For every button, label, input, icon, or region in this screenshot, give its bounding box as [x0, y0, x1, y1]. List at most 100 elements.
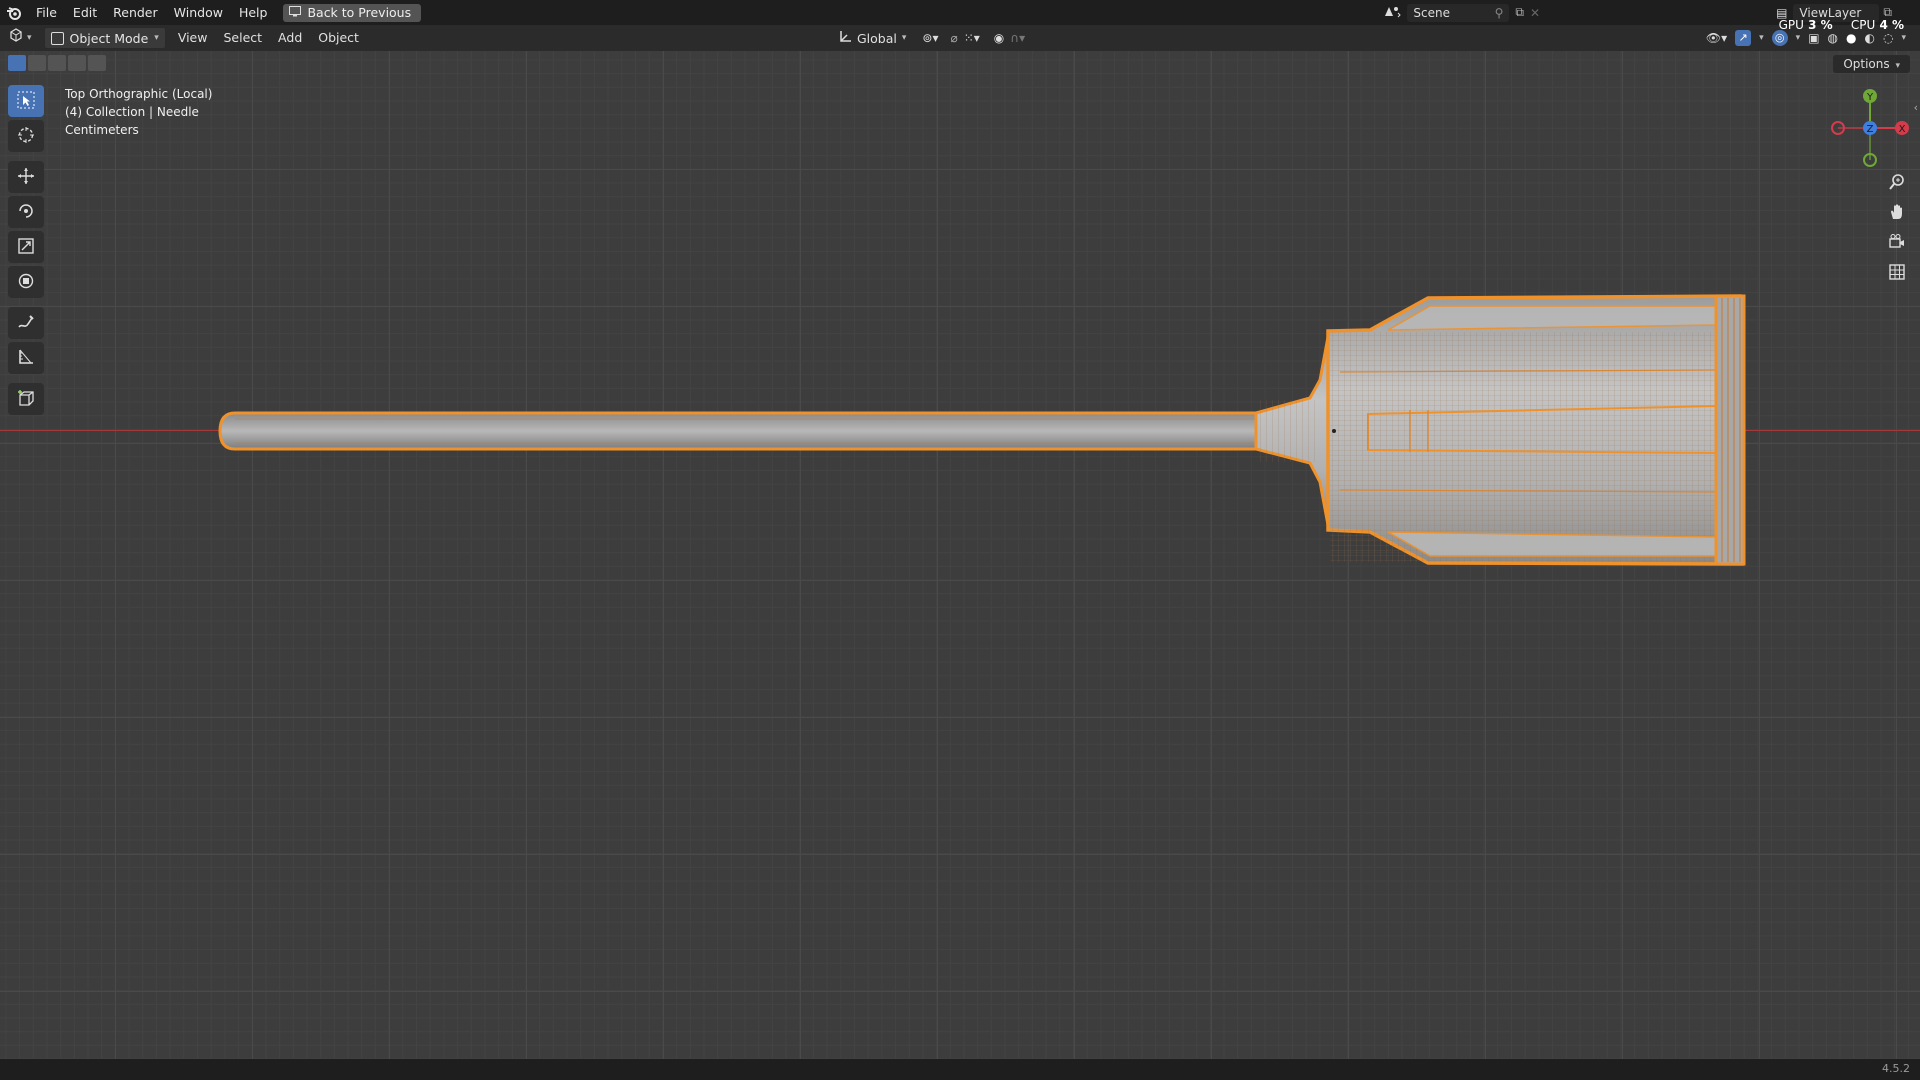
object-menu[interactable]: Object: [310, 28, 367, 48]
top-bar: File Edit Render Window Help Back to Pre…: [0, 0, 1920, 25]
options-dropdown[interactable]: Options ▾: [1833, 55, 1910, 73]
gizmo-x-label: X: [1899, 124, 1906, 135]
pin-icon[interactable]: ⚲: [1495, 4, 1504, 22]
chevron-down-icon: ▾: [27, 33, 32, 43]
unit-info: Centimeters: [65, 123, 139, 137]
close-scene-icon[interactable]: ✕: [1530, 6, 1540, 20]
annotate-tool[interactable]: [8, 307, 44, 339]
move-arrows-icon: [17, 167, 35, 188]
options-label: Options: [1843, 57, 1890, 71]
xray-icon[interactable]: ▣: [1808, 31, 1819, 45]
select-new-icon[interactable]: [8, 55, 26, 71]
ruler-icon: [17, 348, 35, 369]
scene-name: Scene: [1413, 5, 1450, 20]
menu-edit[interactable]: Edit: [65, 0, 105, 25]
pan-button[interactable]: [1884, 200, 1910, 226]
back-to-previous-button[interactable]: Back to Previous: [283, 3, 422, 22]
select-extend-icon[interactable]: [28, 55, 46, 71]
falloff-icon[interactable]: ∩▾: [1010, 31, 1025, 45]
zoom-button[interactable]: [1884, 170, 1910, 196]
solid-shading-icon[interactable]: ●: [1846, 31, 1856, 45]
menu-window[interactable]: Window: [166, 0, 231, 25]
view-menu[interactable]: View: [170, 28, 216, 48]
grid-icon: [1888, 263, 1906, 284]
3d-cursor-icon: [17, 126, 35, 147]
hand-icon: [1888, 203, 1906, 224]
cpu-value: 4 %: [1879, 18, 1904, 32]
orientation-icon: [838, 30, 852, 47]
needle-shaft: [218, 411, 1260, 451]
menu-render[interactable]: Render: [105, 0, 166, 25]
camera-icon: [1888, 233, 1906, 254]
rotate-icon: [17, 202, 35, 223]
add-cube-tool[interactable]: [8, 383, 44, 415]
performance-readout: GPU 3 % CPU 4 %: [1779, 18, 1904, 32]
chevron-down-icon[interactable]: ▾: [1759, 33, 1764, 43]
gpu-value: 3 %: [1808, 18, 1833, 32]
scale-tool[interactable]: [8, 231, 44, 263]
new-scene-icon[interactable]: ⧉: [1515, 5, 1524, 20]
rendered-shading-icon[interactable]: ◌: [1883, 31, 1893, 45]
orientation-label: Global: [857, 30, 897, 46]
editor-type-button[interactable]: ▾: [0, 28, 40, 48]
perspective-toggle-button[interactable]: [1884, 260, 1910, 286]
move-tool[interactable]: [8, 161, 44, 193]
object-mode-dropdown[interactable]: Object Mode ▾: [43, 27, 166, 49]
cursor-select-icon: [17, 91, 35, 112]
camera-view-button[interactable]: [1884, 230, 1910, 256]
transform-tool[interactable]: [8, 266, 44, 298]
screen-icon: [289, 5, 302, 20]
wireframe-shading-icon[interactable]: ◍: [1828, 31, 1838, 45]
collection-info: (4) Collection | Needle: [65, 105, 199, 119]
scale-icon: [17, 237, 35, 258]
gpu-label: GPU: [1778, 18, 1804, 32]
scene-icon: [1383, 4, 1402, 21]
chevron-down-icon[interactable]: ▾: [1796, 33, 1801, 43]
material-shading-icon[interactable]: ◐: [1865, 31, 1875, 45]
chevron-down-icon: ▾: [1895, 61, 1900, 71]
proportional-editing-icon[interactable]: ◉: [994, 31, 1004, 45]
version-label: 4.5.2: [1882, 1062, 1910, 1075]
viewport-header: ▾ Object Mode ▾ View Select Add Object G…: [0, 25, 1920, 51]
gizmo-y-label: Y: [1866, 92, 1874, 103]
add-menu[interactable]: Add: [270, 28, 310, 48]
cursor-tool[interactable]: [8, 120, 44, 152]
menu-file[interactable]: File: [28, 0, 65, 25]
needle-mesh[interactable]: [0, 51, 1920, 1059]
overlays-icon[interactable]: ◎: [1771, 30, 1788, 46]
snap-target-icon[interactable]: ⁙▾: [964, 31, 980, 45]
scene-selector[interactable]: Scene ⚲ ⧉ ✕: [1383, 0, 1540, 25]
menu-help[interactable]: Help: [231, 0, 276, 25]
zoom-magnifier-icon: [1888, 173, 1906, 194]
add-cube-icon: [17, 389, 35, 410]
tool-shelf: [8, 85, 48, 418]
view3d-icon: [8, 28, 24, 48]
back-to-previous-label: Back to Previous: [307, 5, 412, 20]
select-box-tool[interactable]: [8, 85, 44, 117]
transform-icon: [17, 272, 35, 293]
blender-logo-icon[interactable]: [0, 0, 28, 25]
view-name: Top Orthographic (Local): [65, 87, 213, 101]
annotate-pen-icon: [17, 313, 35, 334]
cpu-label: CPU: [1850, 18, 1876, 32]
pivot-point-icon[interactable]: ⊚▾: [922, 31, 938, 45]
chevron-down-icon: ▾: [154, 33, 159, 43]
navigation-gizmo[interactable]: Y X Z: [1820, 80, 1920, 180]
select-intersect-icon[interactable]: [88, 55, 106, 71]
chevron-down-icon[interactable]: ▾: [1901, 33, 1906, 43]
transform-orientation-dropdown[interactable]: Global ▾: [838, 30, 906, 47]
chevron-down-icon: ▾: [901, 33, 907, 43]
visibility-icon[interactable]: 👁▾: [1706, 31, 1727, 45]
snap-icon[interactable]: ⌀: [950, 31, 957, 45]
selection-mode-group: [8, 55, 106, 71]
measure-tool[interactable]: [8, 342, 44, 374]
object-mode-label: Object Mode: [69, 30, 149, 46]
select-subtract-icon[interactable]: [48, 55, 66, 71]
gizmo-toggle-icon[interactable]: ↗: [1735, 30, 1752, 46]
viewport-info-overlay: Top Orthographic (Local) (4) Collection …: [65, 85, 212, 139]
select-menu[interactable]: Select: [215, 28, 270, 48]
select-invert-icon[interactable]: [68, 55, 86, 71]
object-mode-icon: [50, 31, 64, 45]
rotate-tool[interactable]: [8, 196, 44, 228]
gizmo-z-label: Z: [1867, 124, 1874, 135]
